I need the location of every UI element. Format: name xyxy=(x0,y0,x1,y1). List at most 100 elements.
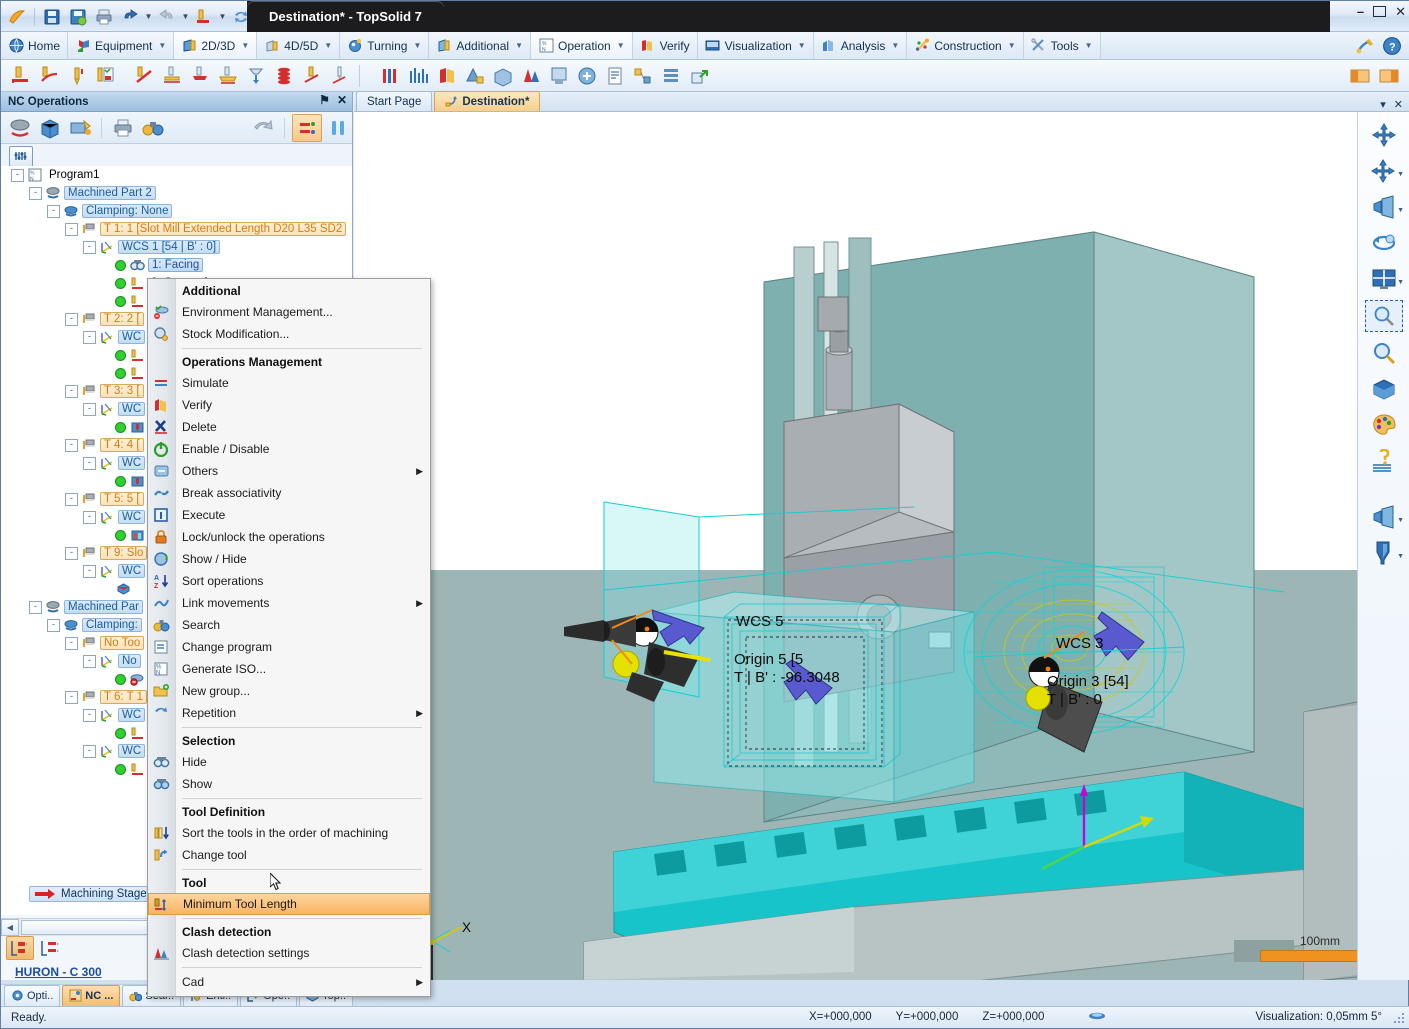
helical-tool-icon[interactable] xyxy=(270,62,297,90)
view-orientation-icon[interactable]: ▼ xyxy=(1366,192,1404,222)
toolpath-list-view-icon[interactable] xyxy=(6,936,34,960)
pause-icon[interactable] xyxy=(324,115,352,141)
chevron-down-icon[interactable]: ▼ xyxy=(515,41,523,50)
tree-expander-icon[interactable]: - xyxy=(11,168,24,182)
toolpath-lines-icon[interactable] xyxy=(405,62,432,90)
operations-context-menu[interactable]: Additional Environment Management... Stock… xyxy=(147,278,431,997)
panel-close-button[interactable]: ✕ xyxy=(337,93,347,107)
profile-tool-icon[interactable] xyxy=(130,62,157,90)
pan-icon[interactable] xyxy=(1366,120,1402,150)
chevron-down-icon[interactable]: ▼ xyxy=(1397,517,1404,524)
document-tab-destination-[interactable]: Destination* xyxy=(434,91,541,111)
chevron-down-icon[interactable]: ▼ xyxy=(241,41,249,50)
tree-expander-icon[interactable]: - xyxy=(83,744,96,758)
context-menu-item-change-program[interactable]: Change program xyxy=(148,636,430,658)
tree-expander-icon[interactable]: - xyxy=(65,312,78,326)
zoom-icon[interactable] xyxy=(1366,338,1402,368)
context-menu-item-environment-management[interactable]: Environment Management... xyxy=(148,301,430,323)
tree-expander-icon[interactable]: - xyxy=(83,240,96,254)
clamping-icon[interactable] xyxy=(66,115,94,141)
move-icon[interactable]: ▼ xyxy=(1366,156,1404,186)
ribbon-tab-verify[interactable]: Verify xyxy=(632,32,698,59)
operation-icon[interactable] xyxy=(192,5,216,29)
chevron-down-icon[interactable]: ▼ xyxy=(1397,553,1404,560)
color-palette-icon[interactable] xyxy=(1366,410,1402,440)
ribbon-tab-analysis[interactable]: Analysis ▼ xyxy=(813,32,908,59)
tree-expander-icon[interactable]: - xyxy=(83,708,96,722)
panel-left-icon[interactable] xyxy=(1346,62,1373,90)
filter-icon[interactable] xyxy=(9,145,33,167)
search-binoculars-icon[interactable] xyxy=(139,115,167,141)
collision-icon[interactable] xyxy=(517,62,544,90)
post-icon[interactable] xyxy=(573,62,600,90)
bottom-tab-opti[interactable]: Opti.. xyxy=(4,984,61,1007)
context-menu-item-delete[interactable]: Delete xyxy=(148,416,430,438)
chevron-down-icon[interactable]: ▼ xyxy=(1397,171,1404,178)
context-menu-item-verify[interactable]: Verify xyxy=(148,394,430,416)
submenu-arrow-icon[interactable]: ▶ xyxy=(416,598,423,609)
context-menu-item-enable-disable[interactable]: Enable / Disable xyxy=(148,438,430,460)
tree-expander-icon[interactable]: - xyxy=(83,564,96,578)
tree-expander-icon[interactable]: - xyxy=(65,222,78,236)
context-menu-item-sort-the-tools-in-the-order-of-machining[interactable]: Sort the tools in the order of machining xyxy=(148,822,430,844)
save-as-icon[interactable] xyxy=(66,5,90,29)
context-menu-item-minimum-tool-length[interactable]: Minimum Tool Length xyxy=(148,893,430,915)
tree-expander-icon[interactable]: - xyxy=(83,456,96,470)
panel-right-icon[interactable] xyxy=(1375,62,1402,90)
plunge-tool-icon[interactable] xyxy=(242,62,269,90)
operation-dropdown-icon[interactable]: ▼ xyxy=(218,12,227,21)
sequence-icon[interactable] xyxy=(629,62,656,90)
context-menu-item-change-tool[interactable]: Change tool xyxy=(148,844,430,866)
context-menu-item-show[interactable]: Show xyxy=(148,773,430,795)
toolpath-edit-icon[interactable] xyxy=(292,113,322,142)
context-menu-item-show-hide[interactable]: Show / Hide xyxy=(148,548,430,570)
ribbon-tab-2d-3d[interactable]: 2D/3D ▼ xyxy=(174,32,258,59)
chevron-down-icon[interactable]: ▼ xyxy=(1008,41,1016,50)
chevron-down-icon[interactable]: ▼ xyxy=(891,41,899,50)
refresh-icon[interactable] xyxy=(249,115,277,141)
machine-name-link[interactable]: HURON - C 300 xyxy=(15,965,102,979)
save-icon[interactable] xyxy=(40,5,64,29)
context-menu-item-repetition[interactable]: Repetition ▶ xyxy=(148,702,430,724)
tree-expander-icon[interactable]: - xyxy=(83,330,96,344)
machine-icon[interactable] xyxy=(545,62,572,90)
simulate-icon[interactable] xyxy=(377,62,404,90)
tree-node[interactable]: - Machined Part 2 xyxy=(1,184,352,202)
tree-node[interactable]: - Clamping: None xyxy=(1,202,352,220)
redo-dropdown-icon[interactable]: ▼ xyxy=(181,12,190,21)
report-icon[interactable] xyxy=(601,62,628,90)
tree-expander-icon[interactable]: - xyxy=(65,492,78,506)
tree-node[interactable]: -% N Program1 xyxy=(1,166,352,184)
context-menu-item-new-group[interactable]: New group... xyxy=(148,680,430,702)
rotate-icon[interactable] xyxy=(1366,228,1402,258)
drilling-tool-icon[interactable] xyxy=(63,62,90,90)
stock-icon[interactable] xyxy=(36,115,64,141)
tree-expander-icon[interactable]: - xyxy=(65,546,78,560)
help-icon[interactable]: ? xyxy=(1382,36,1402,56)
context-menu-item-execute[interactable]: Execute xyxy=(148,504,430,526)
ribbon-tab-additional[interactable]: Additional ▼ xyxy=(429,32,531,59)
engraving-tool-icon[interactable] xyxy=(326,62,353,90)
tree-expander-icon[interactable]: - xyxy=(83,654,96,668)
tree-node[interactable]: 1: Facing xyxy=(1,256,352,274)
ribbon-tab-tools[interactable]: Tools ▼ xyxy=(1023,32,1101,59)
multi-view-icon[interactable]: ▼ xyxy=(1366,264,1404,294)
chevron-down-icon[interactable]: ▼ xyxy=(413,41,421,50)
view-preset-icon[interactable]: ▼ xyxy=(1366,502,1404,532)
contouring-tool-icon[interactable] xyxy=(35,62,62,90)
undo-icon[interactable] xyxy=(118,5,142,29)
scroll-left-arrow-icon[interactable]: ◀ xyxy=(1,919,19,936)
bottom-tab-nc[interactable]: NC ... xyxy=(62,984,121,1007)
tree-expander-icon[interactable]: - xyxy=(65,690,78,704)
settings-wrench-icon[interactable] xyxy=(1356,36,1376,56)
tree-node[interactable]: - T 1: 1 [Slot Mill Extended Length D20 L… xyxy=(1,220,352,238)
chevron-down-icon[interactable]: ▼ xyxy=(1397,207,1404,214)
chevron-down-icon[interactable]: ▼ xyxy=(324,41,332,50)
tree-expander-icon[interactable]: - xyxy=(47,204,60,218)
chevron-down-icon[interactable]: ▼ xyxy=(1397,279,1404,286)
submenu-arrow-icon[interactable]: ▶ xyxy=(416,708,423,719)
tree-expander-icon[interactable]: - xyxy=(65,384,78,398)
print-icon[interactable] xyxy=(92,5,116,29)
resize-grip-icon[interactable] xyxy=(1394,1013,1406,1025)
context-menu-item-simulate[interactable]: Simulate xyxy=(148,372,430,394)
